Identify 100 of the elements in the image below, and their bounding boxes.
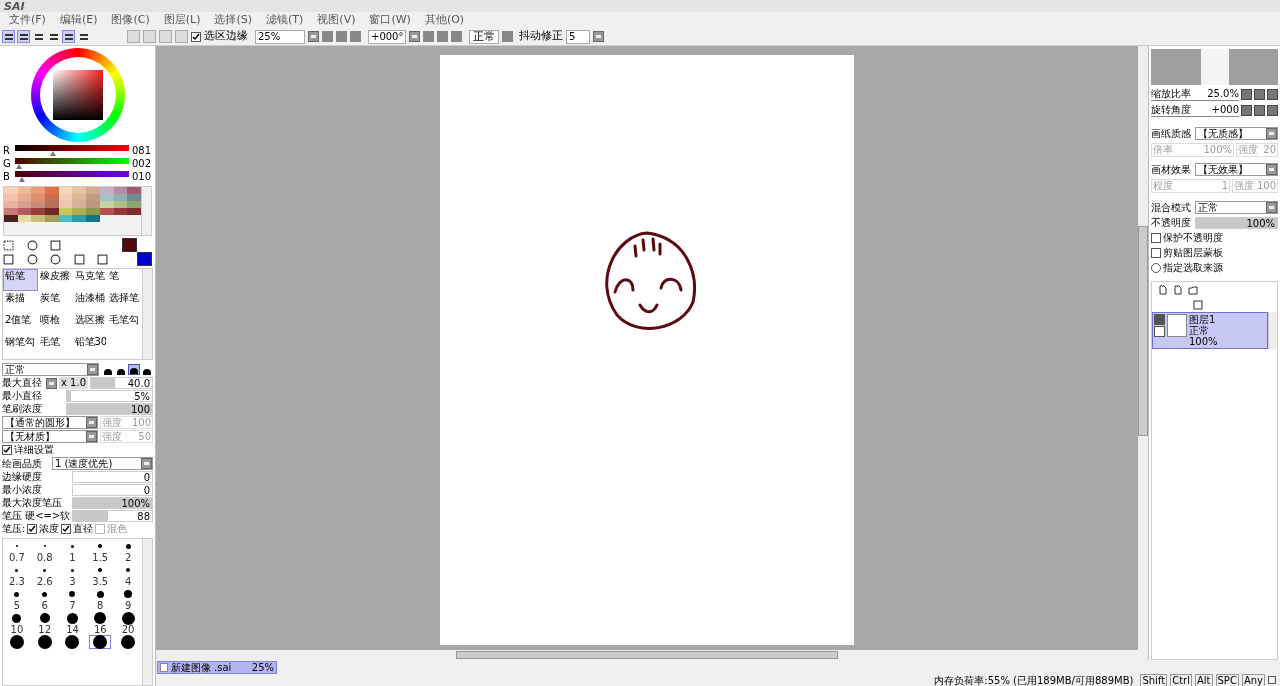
color-swatch[interactable] bbox=[58, 208, 73, 215]
slider[interactable]: 40.0 bbox=[90, 377, 153, 389]
checkbox[interactable] bbox=[1151, 233, 1161, 243]
menu-item[interactable]: 滤镜(T) bbox=[266, 11, 304, 29]
color-swatch[interactable] bbox=[4, 215, 18, 222]
zoom-field[interactable]: 25% bbox=[255, 29, 305, 44]
tool-button[interactable]: 笔 bbox=[107, 269, 142, 291]
slider[interactable]: 100 bbox=[66, 403, 153, 415]
color-swatch[interactable] bbox=[17, 194, 32, 201]
slider[interactable]: 100% bbox=[1195, 217, 1278, 229]
color-swatch[interactable] bbox=[45, 208, 59, 215]
color-swatch[interactable] bbox=[72, 187, 87, 194]
dropdown-button[interactable] bbox=[1266, 202, 1277, 213]
document-tab[interactable]: 新建图像 .sai 25% bbox=[157, 660, 277, 674]
rotation-field[interactable]: +000° bbox=[368, 29, 406, 44]
tool-button[interactable]: 橡皮擦 bbox=[37, 269, 73, 291]
checkbox[interactable] bbox=[191, 31, 201, 42]
color-swatch[interactable] bbox=[31, 208, 46, 215]
menu-item[interactable]: 其他(O) bbox=[424, 11, 465, 29]
color-swatch[interactable] bbox=[86, 215, 100, 222]
color-swatch[interactable] bbox=[72, 194, 87, 201]
panel-toggle-icon[interactable] bbox=[62, 30, 75, 43]
dropdown-button[interactable] bbox=[593, 31, 604, 42]
color-swatch[interactable] bbox=[45, 201, 59, 208]
navigator-preview[interactable] bbox=[1151, 49, 1278, 85]
color-swatch[interactable] bbox=[99, 187, 114, 194]
color-swatch[interactable] bbox=[113, 201, 128, 208]
color-swatch[interactable] bbox=[72, 208, 87, 215]
stabilizer-field[interactable]: 5 bbox=[566, 29, 590, 44]
dropdown-button[interactable] bbox=[86, 417, 97, 428]
color-swatch[interactable] bbox=[113, 194, 128, 201]
tool-button[interactable]: 铅笔30 bbox=[72, 335, 108, 357]
dropdown-button[interactable] bbox=[409, 31, 420, 42]
color-swatch[interactable] bbox=[72, 215, 87, 222]
tool-button[interactable]: 选区擦 bbox=[72, 313, 108, 335]
slider[interactable]: 0 bbox=[72, 471, 153, 483]
new-mask-icon[interactable] bbox=[1173, 285, 1183, 295]
color-swatch[interactable] bbox=[99, 208, 114, 215]
tool-button[interactable]: 油漆桶 bbox=[72, 291, 108, 313]
color-swatch[interactable] bbox=[45, 194, 59, 201]
panel-toggle-icon[interactable] bbox=[2, 30, 15, 43]
radio-button[interactable] bbox=[1151, 263, 1161, 273]
menu-item[interactable]: 文件(F) bbox=[9, 11, 46, 29]
color-swatch[interactable] bbox=[4, 194, 18, 201]
tool-button[interactable]: 炭笔 bbox=[37, 291, 73, 313]
color-swatch[interactable] bbox=[17, 215, 32, 222]
folder-icon[interactable] bbox=[1188, 285, 1198, 295]
color-swatch[interactable] bbox=[17, 208, 32, 215]
new-layer-icon[interactable] bbox=[1158, 285, 1168, 295]
dropdown-button[interactable] bbox=[308, 31, 319, 42]
color-swatch[interactable] bbox=[45, 215, 59, 222]
foreground-color[interactable] bbox=[122, 238, 137, 252]
tool-button[interactable]: 毛笔 bbox=[37, 335, 73, 357]
color-swatch[interactable] bbox=[127, 201, 141, 208]
slider[interactable]: 0 bbox=[72, 484, 153, 496]
color-swatch[interactable] bbox=[31, 187, 46, 194]
background-color[interactable] bbox=[137, 252, 152, 266]
color-swatch[interactable] bbox=[31, 201, 46, 208]
color-swatch[interactable] bbox=[58, 194, 73, 201]
dropdown-button[interactable] bbox=[141, 458, 152, 469]
brush-shape-icon[interactable] bbox=[128, 364, 140, 375]
selection-tool-icon[interactable] bbox=[3, 239, 14, 251]
tool-button[interactable]: 选择笔 bbox=[107, 291, 142, 313]
color-slider[interactable] bbox=[15, 171, 129, 183]
tool-button[interactable]: 毛笔勾 bbox=[107, 313, 142, 335]
color-swatch[interactable] bbox=[17, 201, 32, 208]
menu-item[interactable]: 编辑(E) bbox=[59, 11, 98, 29]
color-swatch[interactable] bbox=[127, 194, 141, 201]
slider[interactable]: 88 bbox=[72, 510, 153, 522]
color-swatch[interactable] bbox=[113, 187, 128, 194]
color-square[interactable] bbox=[52, 70, 103, 120]
color-swatch[interactable] bbox=[17, 187, 32, 194]
color-swatch[interactable] bbox=[113, 208, 128, 215]
multiplier-button[interactable] bbox=[46, 377, 57, 389]
dropdown-button[interactable] bbox=[86, 431, 97, 442]
tool-button[interactable]: 马克笔 bbox=[72, 269, 108, 291]
dropdown[interactable]: 1 (速度优先) bbox=[52, 457, 153, 470]
slider[interactable]: 5% bbox=[66, 390, 153, 402]
color-swatch[interactable] bbox=[58, 187, 73, 194]
color-swatch[interactable] bbox=[86, 201, 100, 208]
view-mode-button[interactable]: 正常 bbox=[469, 29, 499, 44]
color-swatch[interactable] bbox=[31, 215, 46, 222]
color-swatch[interactable] bbox=[86, 208, 100, 215]
panel-toggle-icon[interactable] bbox=[17, 30, 30, 43]
tool-button[interactable]: 2值笔 bbox=[3, 313, 38, 335]
checkbox[interactable] bbox=[61, 524, 72, 534]
color-swatch[interactable] bbox=[127, 187, 141, 194]
tool-button[interactable]: 铅笔 bbox=[3, 269, 38, 291]
color-swatch[interactable] bbox=[99, 201, 114, 208]
menu-item[interactable]: 图像(C) bbox=[111, 11, 150, 29]
dropdown[interactable]: 正常 bbox=[1195, 201, 1278, 214]
color-swatch[interactable] bbox=[4, 187, 18, 194]
checkbox[interactable] bbox=[1151, 248, 1161, 258]
color-swatch[interactable] bbox=[127, 208, 141, 215]
dropdown-button[interactable] bbox=[87, 364, 98, 375]
checkbox[interactable] bbox=[2, 445, 12, 455]
tool-button[interactable]: 素描 bbox=[3, 291, 38, 313]
menu-item[interactable]: 图层(L) bbox=[163, 11, 201, 29]
color-swatch[interactable] bbox=[31, 194, 46, 201]
dropdown-button[interactable] bbox=[1266, 164, 1277, 175]
